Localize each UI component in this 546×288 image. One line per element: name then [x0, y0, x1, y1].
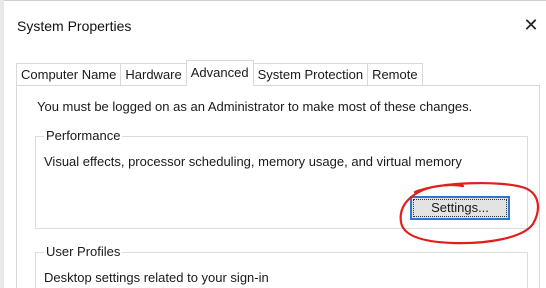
tab-system-protection[interactable]: System Protection	[252, 63, 369, 85]
user-profiles-description: Desktop settings related to your sign-in	[44, 270, 269, 285]
performance-settings-button[interactable]: Settings...	[410, 196, 510, 220]
tab-hardware[interactable]: Hardware	[120, 63, 187, 85]
system-properties-window: System Properties ✕ Computer Name Hardwa…	[0, 0, 546, 288]
tab-advanced[interactable]: Advanced	[185, 60, 254, 86]
user-profiles-group-label: User Profiles	[44, 244, 123, 259]
performance-description: Visual effects, processor scheduling, me…	[44, 154, 462, 169]
close-icon[interactable]: ✕	[520, 14, 542, 36]
admin-note: You must be logged on as an Administrato…	[37, 99, 473, 114]
performance-group-label: Performance	[44, 128, 123, 143]
title-bar[interactable]: System Properties ✕	[0, 0, 546, 48]
tab-remote[interactable]: Remote	[367, 63, 423, 85]
focus-rectangle	[413, 199, 507, 217]
tab-strip: Computer Name Hardware Advanced System P…	[16, 60, 423, 86]
window-title: System Properties	[17, 18, 132, 34]
user-profiles-group: User Profiles Desktop settings related t…	[35, 244, 528, 288]
tab-computer-name[interactable]: Computer Name	[16, 63, 122, 85]
